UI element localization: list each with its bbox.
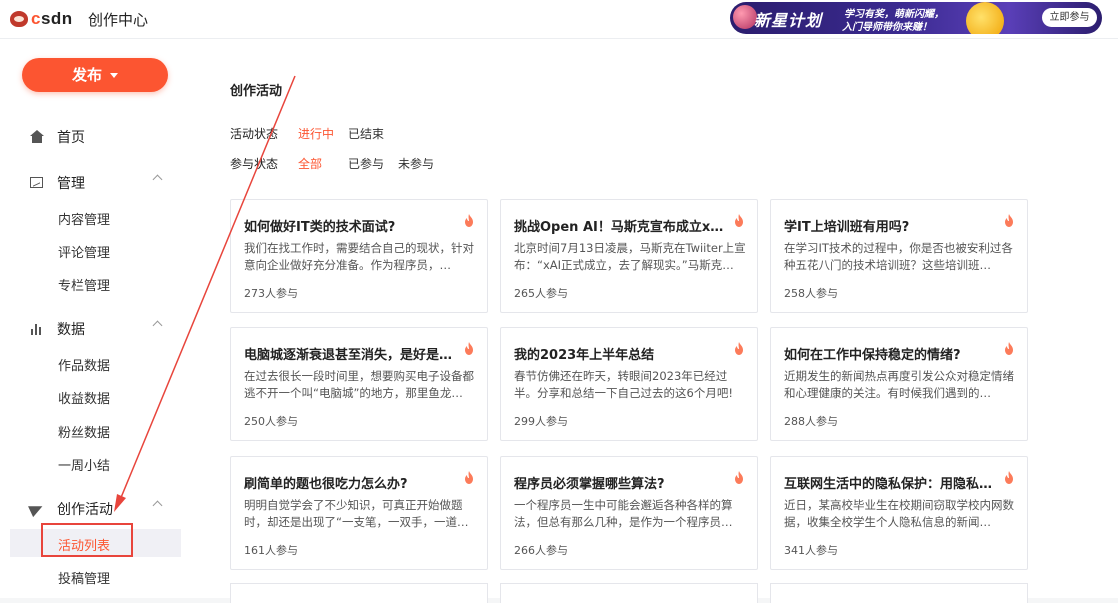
filter-all[interactable]: 全部 [298, 155, 322, 172]
sidebar-item-income-data[interactable]: 收益数据 [58, 388, 110, 407]
activity-card[interactable]: 刷简单的题也很吃力怎么办? 明明自觉学会了不少知识，可真正开始做题时，却还是出现了… [230, 456, 488, 570]
banner-title: 新星计划 [754, 11, 823, 30]
activity-card[interactable]: 电脑城逐渐衰退甚至消失，是好是… 在过去很长一段时间里，想要购买电子设备都逃不开一… [230, 327, 488, 441]
card-description: 明明自觉学会了不少知识，可真正开始做题时，却还是出现了“一支笔，一双手，一道… [244, 498, 469, 529]
join-now-button[interactable]: 立即参与 [1042, 8, 1097, 27]
card-title[interactable]: 学IT上培训班有用吗? [784, 216, 999, 235]
card-description: 近日，某高校毕业生在校期间窃取学校内网数据，收集全校学生个人隐私信息的新闻… [784, 498, 1014, 529]
hot-fire-icon [1004, 471, 1014, 484]
chevron-up-icon [152, 500, 163, 511]
promo-banner[interactable]: 新星计划 学习有奖，萌新闪耀， 入门导师带你来赚！ 立即参与 [730, 2, 1102, 34]
activity-card-partial[interactable] [500, 583, 758, 603]
activity-status-label: 活动状态 [230, 127, 279, 141]
card-title[interactable]: 电脑城逐渐衰退甚至消失，是好是… [244, 344, 459, 363]
card-description: 近期发生的新闻热点再度引发公众对稳定情绪和心理健康的关注。有时候我们遇到的… [784, 369, 1014, 400]
activity-card[interactable]: 学IT上培训班有用吗? 在学习IT技术的过程中，你是否也被安利过各种五花八门的技术… [770, 199, 1028, 313]
activity-card[interactable]: 互联网生活中的隐私保护：用隐私… 近日，某高校毕业生在校期间窃取学校内网数据，收集… [770, 456, 1028, 570]
join-status-filter: 参与状态 全部 已参与 未参与 [230, 155, 448, 172]
hot-fire-icon [1004, 214, 1014, 227]
top-header: csdn 创作中心 新星计划 学习有奖，萌新闪耀， 入门导师带你来赚！ 立即参与 [0, 0, 1118, 39]
card-participant-count: 288人参与 [784, 415, 838, 428]
card-participant-count: 161人参与 [244, 544, 298, 557]
page-title: 创作活动 [230, 84, 283, 99]
header-title: 创作中心 [88, 11, 149, 29]
filter-ended[interactable]: 已结束 [348, 125, 384, 142]
sidebar-item-fans-data[interactable]: 粉丝数据 [58, 422, 110, 441]
caret-down-icon [110, 73, 118, 78]
sidebar-item-home[interactable]: 首页 [30, 127, 85, 147]
sidebar-item-comment-manage[interactable]: 评论管理 [58, 242, 110, 261]
hot-fire-icon [734, 214, 744, 227]
manage-icon [30, 176, 44, 190]
sidebar-item-column-manage[interactable]: 专栏管理 [58, 275, 110, 294]
card-title[interactable]: 互联网生活中的隐私保护：用隐私… [784, 473, 999, 492]
card-participant-count: 258人参与 [784, 287, 838, 300]
card-participant-count: 265人参与 [514, 287, 568, 300]
hot-fire-icon [464, 214, 474, 227]
activity-card[interactable]: 我的2023年上半年总结春节仿佛还在昨天，转眼间2023年已经过半。分享和总结一… [500, 327, 758, 441]
card-title[interactable]: 程序员必须掌握哪些算法? [514, 473, 729, 492]
filter-joined[interactable]: 已参与 [348, 155, 384, 172]
card-description: 在学习IT技术的过程中，你是否也被安利过各种五花八门的技术培训班？这些培训班… [784, 241, 1013, 272]
card-description: 一个程序员一生中可能会邂逅各种各样的算法，但总有那么几种，是作为一个程序员… [514, 498, 733, 529]
bar-chart-icon [30, 322, 44, 336]
hot-fire-icon [464, 471, 474, 484]
paper-plane-icon [28, 500, 45, 518]
card-description: 北京时间7月13日凌晨，马斯克在Twiiter上宣布：“xAI正式成立，去了解现… [514, 241, 746, 272]
card-participant-count: 341人参与 [784, 544, 838, 557]
hot-fire-icon [464, 342, 474, 355]
sidebar-item-activity-list[interactable]: 活动列表 [58, 535, 110, 554]
card-title[interactable]: 如何做好IT类的技术面试? [244, 216, 459, 235]
sidebar-item-activity[interactable]: 创作活动 [28, 499, 163, 519]
activity-card[interactable]: 如何做好IT类的技术面试? 我们在找工作时，需要结合自己的现状，针对意向企业做好充… [230, 199, 488, 313]
card-description: 我们在找工作时，需要结合自己的现状，针对意向企业做好充分准备。作为程序员，… [244, 241, 474, 272]
chevron-up-icon [152, 174, 163, 185]
banner-subtitle-2: 入门导师带你来赚！ [842, 22, 932, 33]
filter-ongoing[interactable]: 进行中 [298, 125, 334, 142]
join-status-label: 参与状态 [230, 157, 279, 171]
activity-card-partial[interactable] [230, 583, 488, 603]
activity-card[interactable]: 挑战Open AI！马斯克宣布成立xAI… 北京时间7月13日凌晨，马斯克在Twi… [500, 199, 758, 313]
sidebar: 发布 首页 管理 内容管理 评论管理 专栏管理 数据 作品数据 收益数据 粉丝数… [0, 39, 210, 598]
sun-icon [966, 2, 1004, 34]
sidebar-item-weekly-summary[interactable]: 一周小结 [58, 455, 110, 474]
publish-button[interactable]: 发布 [22, 58, 168, 92]
hot-fire-icon [734, 342, 744, 355]
hot-fire-icon [734, 471, 744, 484]
sidebar-item-works-data[interactable]: 作品数据 [58, 355, 110, 374]
chevron-up-icon [152, 320, 163, 331]
card-participant-count: 273人参与 [244, 287, 298, 300]
card-participant-count: 266人参与 [514, 544, 568, 557]
filter-not-joined[interactable]: 未参与 [398, 155, 434, 172]
card-participant-count: 250人参与 [244, 415, 298, 428]
sidebar-item-manage[interactable]: 管理 [30, 173, 163, 193]
sidebar-item-content-manage[interactable]: 内容管理 [58, 209, 110, 228]
activity-card-partial[interactable] [770, 583, 1028, 603]
card-title[interactable]: 如何在工作中保持稳定的情绪? [784, 344, 999, 363]
home-icon [30, 130, 44, 144]
card-title[interactable]: 刷简单的题也很吃力怎么办? [244, 473, 459, 492]
hot-fire-icon [1004, 342, 1014, 355]
card-description: 在过去很长一段时间里，想要购买电子设备都逃不开一个叫“电脑城”的地方，那里鱼龙… [244, 369, 474, 400]
activity-card[interactable]: 如何在工作中保持稳定的情绪? 近期发生的新闻热点再度引发公众对稳定情绪和心理健康的… [770, 327, 1028, 441]
csdn-logo[interactable]: csdn [10, 9, 73, 29]
card-title[interactable]: 挑战Open AI！马斯克宣布成立xAI… [514, 216, 729, 235]
card-participant-count: 299人参与 [514, 415, 568, 428]
activity-status-filter: 活动状态 进行中 已结束 [230, 125, 398, 142]
sidebar-item-data[interactable]: 数据 [30, 319, 163, 339]
activity-card[interactable]: 程序员必须掌握哪些算法? 一个程序员一生中可能会邂逅各种各样的算法，但总有那么几种… [500, 456, 758, 570]
sidebar-item-submission-manage[interactable]: 投稿管理 [58, 568, 110, 587]
card-description: 春节仿佛还在昨天，转眼间2023年已经过半。分享和总结一下自己过去的这6个月吧! [514, 369, 733, 400]
card-title[interactable]: 我的2023年上半年总结 [514, 344, 729, 363]
csdn-mascot-icon [10, 11, 28, 27]
main-content: 创作活动 活动状态 进行中 已结束 参与状态 全部 已参与 未参与 如何做好IT… [210, 39, 1118, 603]
